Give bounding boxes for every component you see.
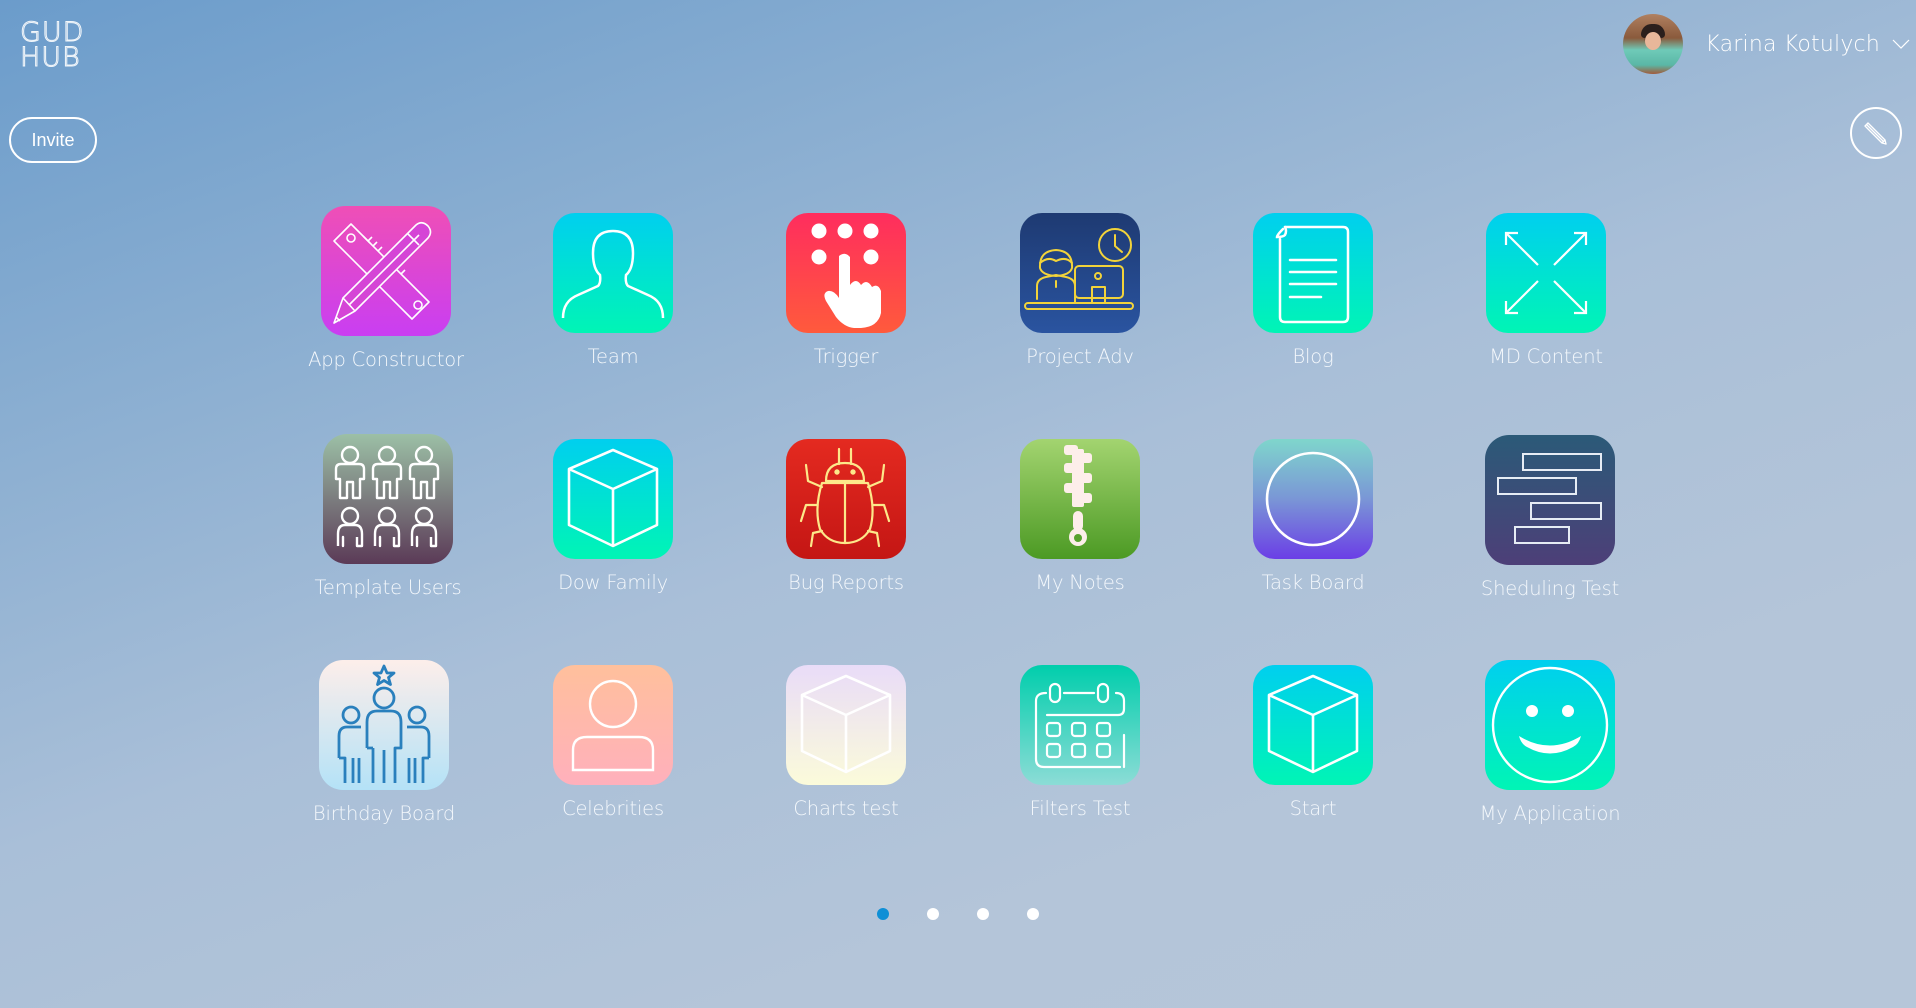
app-icon-tile	[1485, 660, 1615, 790]
app-label: Start	[1289, 797, 1337, 820]
app-tile[interactable]: Task Board	[1223, 439, 1403, 594]
app-label: My Application	[1479, 802, 1621, 825]
app-tile[interactable]: My Application	[1460, 660, 1640, 825]
app-label: Filters Test	[1029, 797, 1131, 820]
app-icon-tile	[786, 439, 906, 559]
app-label: Team	[587, 345, 639, 368]
app-tile[interactable]: App Constructor	[296, 206, 476, 371]
bug-icon	[786, 439, 906, 559]
users-group-icon	[323, 434, 453, 564]
app-label: Birthday Board	[312, 802, 456, 825]
zipper-icon	[1020, 439, 1140, 559]
app-tile[interactable]: MD Content	[1456, 213, 1636, 368]
app-label: Trigger	[813, 345, 879, 368]
app-label: Celebrities	[562, 797, 664, 820]
app-label: Project Adv	[1026, 345, 1134, 368]
app-tile[interactable]: Charts test	[756, 665, 936, 820]
app-icon-tile	[1253, 213, 1373, 333]
app-tile[interactable]: My Notes	[990, 439, 1170, 594]
app-icon-tile	[1253, 665, 1373, 785]
app-tile[interactable]: Trigger	[756, 213, 936, 368]
app-tile[interactable]: Project Adv	[990, 213, 1170, 368]
app-tile[interactable]: Team	[523, 213, 703, 368]
app-icon-tile	[1253, 439, 1373, 559]
app-icon-tile	[553, 213, 673, 333]
app-tile[interactable]: Sheduling Test	[1460, 435, 1640, 600]
page-dot-4[interactable]	[1027, 908, 1039, 920]
person-silhouette-icon	[553, 213, 673, 333]
smiley-icon	[1485, 660, 1615, 790]
app-icon-tile	[1486, 213, 1606, 333]
calendar-icon	[1020, 665, 1140, 785]
app-icon-tile	[1020, 213, 1140, 333]
app-tile[interactable]: Blog	[1223, 213, 1403, 368]
app-label: My Notes	[1035, 571, 1125, 594]
page-dot-3[interactable]	[977, 908, 989, 920]
app-grid: App Constructor Team Trigger Project Adv…	[0, 0, 1916, 1008]
gantt-bars-icon	[1485, 435, 1615, 565]
app-label: Sheduling Test	[1480, 577, 1620, 600]
page-dot-1[interactable]	[877, 908, 889, 920]
app-icon-tile	[319, 660, 449, 790]
person-computer-clock-icon	[1020, 213, 1140, 333]
app-label: MD Content	[1489, 345, 1603, 368]
cube-icon	[1253, 665, 1373, 785]
app-tile[interactable]: Filters Test	[990, 665, 1170, 820]
app-label: Bug Reports	[788, 571, 904, 594]
people-star-icon	[319, 660, 449, 790]
app-icon-tile	[553, 439, 673, 559]
app-label: Charts test	[793, 797, 899, 820]
cube-icon	[786, 665, 906, 785]
app-label: App Constructor	[308, 348, 464, 371]
app-icon-tile	[786, 665, 906, 785]
user-icon	[553, 665, 673, 785]
app-label: Template Users	[314, 576, 462, 599]
pencil-ruler-icon	[321, 206, 451, 336]
app-icon-tile	[323, 434, 453, 564]
expand-arrows-icon	[1486, 213, 1606, 333]
pagination	[877, 908, 1039, 920]
app-icon-tile	[1485, 435, 1615, 565]
app-tile[interactable]: Birthday Board	[294, 660, 474, 825]
app-icon-tile	[1020, 665, 1140, 785]
app-tile[interactable]: Bug Reports	[756, 439, 936, 594]
app-icon-tile	[321, 206, 451, 336]
app-label: Task Board	[1261, 571, 1365, 594]
app-icon-tile	[553, 665, 673, 785]
touch-keypad-icon	[786, 213, 906, 333]
circle-icon	[1253, 439, 1373, 559]
app-tile[interactable]: Dow Family	[523, 439, 703, 594]
app-label: Blog	[1292, 345, 1334, 368]
page-dot-2[interactable]	[927, 908, 939, 920]
app-tile[interactable]: Template Users	[298, 434, 478, 599]
app-tile[interactable]: Start	[1223, 665, 1403, 820]
app-tile[interactable]: Celebrities	[523, 665, 703, 820]
cube-icon	[553, 439, 673, 559]
document-icon	[1253, 213, 1373, 333]
app-label: Dow Family	[558, 571, 668, 594]
app-icon-tile	[1020, 439, 1140, 559]
app-icon-tile	[786, 213, 906, 333]
